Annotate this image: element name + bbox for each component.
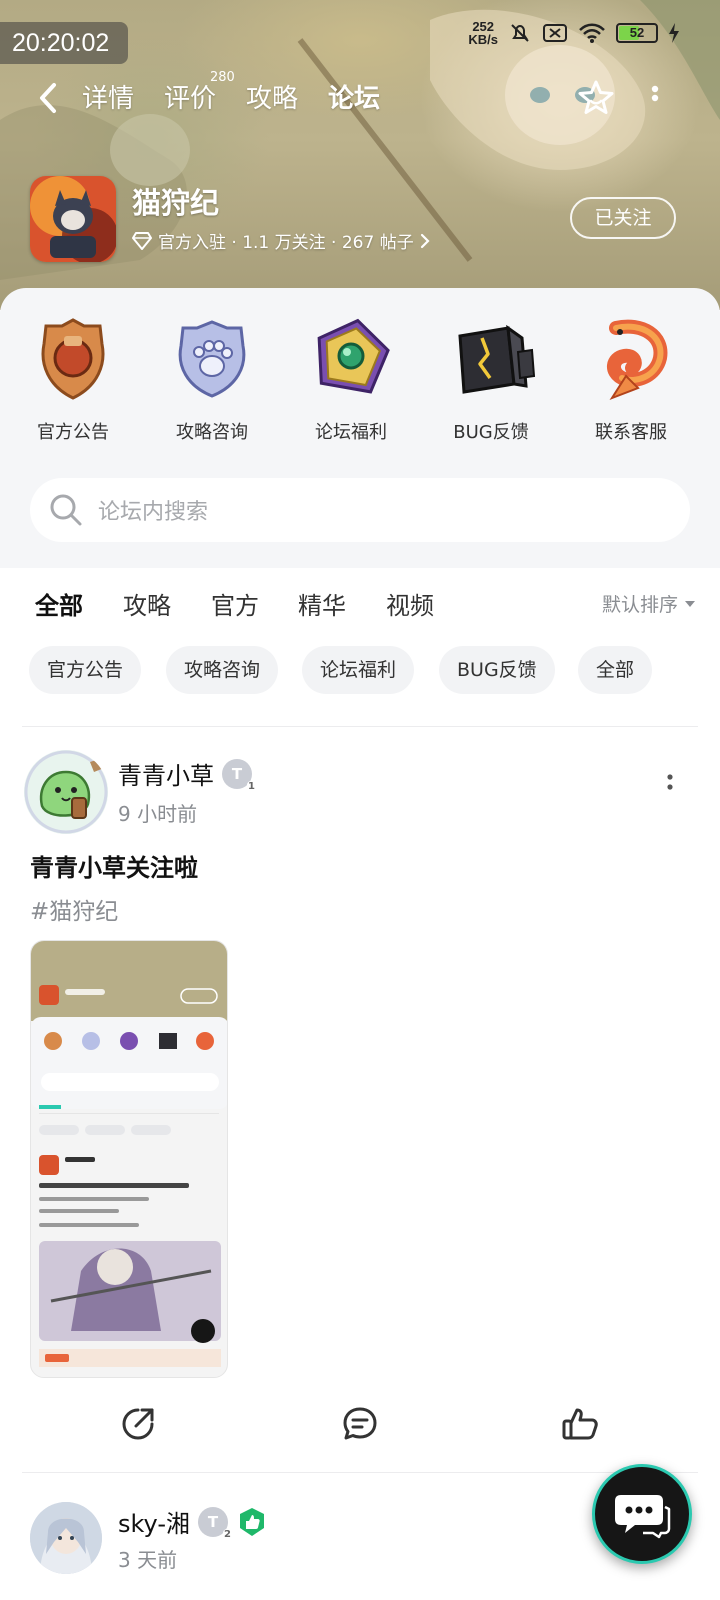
section-welfare[interactable]: 论坛福利 — [286, 314, 416, 444]
divider — [22, 726, 698, 727]
caret-down-icon — [685, 600, 695, 607]
vertical-dots-icon — [667, 774, 673, 790]
section-announcements[interactable]: 官方公告 — [8, 314, 138, 444]
post-topic-tag[interactable]: #猫狩纪 — [30, 892, 118, 926]
comment-button[interactable] — [336, 1400, 384, 1448]
chip-all[interactable]: 全部 — [578, 646, 653, 694]
post-title[interactable]: 青青小草关注啦 — [30, 848, 198, 883]
sort-dropdown[interactable]: 默认排序 — [602, 590, 696, 617]
follow-button[interactable]: 已关注 — [570, 197, 676, 239]
filter-tab-all[interactable]: 全部 — [35, 586, 83, 623]
avatar[interactable] — [24, 750, 108, 834]
network-speed: 252 KB/s — [468, 19, 498, 47]
mute-bell-icon — [511, 24, 529, 42]
game-icon[interactable] — [30, 176, 116, 262]
comment-icon — [343, 1407, 377, 1440]
floating-chat-button[interactable] — [592, 1464, 692, 1564]
forum-sections-panel: 官方公告 攻略咨询 论坛福利 BUG反馈 联系客服 论坛内搜索 — [0, 288, 720, 568]
chip-guides-qa[interactable]: 攻略咨询 — [166, 646, 279, 694]
game-stats[interactable]: 官方入驻 · 1.1 万关注 · 267 帖子 — [132, 228, 430, 253]
divider — [22, 1472, 698, 1473]
gem-badge-icon — [317, 318, 390, 394]
filter-tab-featured[interactable]: 精华 — [298, 586, 346, 621]
section-guides-qa[interactable]: 攻略咨询 — [147, 314, 277, 444]
forum-search-bar[interactable]: 论坛内搜索 — [30, 478, 690, 542]
favorite-button[interactable] — [576, 76, 616, 120]
more-options-button[interactable] — [642, 76, 668, 120]
chip-announcements[interactable]: 官方公告 — [29, 646, 142, 694]
tab-details[interactable]: 详情 — [82, 78, 134, 115]
paw-badge-icon — [178, 320, 246, 398]
game-title: 猫狩纪 — [132, 186, 220, 220]
star-icon — [578, 80, 614, 114]
vertical-dots-icon — [651, 85, 659, 102]
filter-tab-guides[interactable]: 攻略 — [123, 586, 171, 621]
section-customer-service[interactable]: 联系客服 — [566, 314, 696, 444]
clock-overlay: 20:20:02 — [0, 22, 128, 64]
thumbs-up-icon — [562, 1408, 598, 1440]
koi-fish-icon — [607, 319, 668, 401]
share-button[interactable] — [114, 1400, 162, 1448]
post-actions — [0, 1392, 720, 1456]
wifi-icon — [579, 23, 605, 43]
filter-tab-official[interactable]: 官方 — [211, 586, 259, 621]
chevron-right-icon — [420, 233, 430, 248]
top-nav: 详情 评价 280 攻略 论坛 — [0, 70, 720, 126]
avatar[interactable] — [30, 1502, 102, 1574]
thumbs-up-badge-icon — [240, 1507, 264, 1536]
chip-welfare[interactable]: 论坛福利 — [302, 646, 415, 694]
post-screenshot-image[interactable] — [30, 940, 228, 1378]
post-author[interactable]: sky-湘 T2 — [118, 1504, 268, 1541]
game-header: 20:20:02 252 KB/s 52 详情 评价 280 攻略 论坛 猫狩纪… — [0, 0, 720, 310]
reviews-count: 280 — [210, 70, 235, 85]
post-author[interactable]: 青青小草 T1 — [118, 756, 256, 793]
post-timestamp: 9 小时前 — [118, 802, 198, 826]
like-button[interactable] — [556, 1400, 604, 1448]
battery-indicator: 52 — [616, 23, 658, 43]
post-filter-tabs: 全部 攻略 官方 精华 视频 默认排序 — [0, 568, 720, 638]
section-bug-report[interactable]: BUG反馈 — [426, 314, 556, 444]
section-chips: 官方公告 攻略咨询 论坛福利 BUG反馈 全部 — [0, 646, 720, 702]
cracked-box-icon — [458, 324, 536, 394]
chip-bug-report[interactable]: BUG反馈 — [439, 646, 555, 694]
back-button[interactable] — [34, 80, 62, 116]
search-input[interactable]: 论坛内搜索 — [98, 494, 208, 526]
post-timestamp: 3 天前 — [118, 1548, 178, 1572]
post-more-button[interactable] — [658, 764, 682, 804]
game-info: 猫狩纪 官方入驻 · 1.1 万关注 · 267 帖子 已关注 — [30, 176, 690, 266]
chat-bubble-icon — [615, 1495, 671, 1539]
share-icon — [122, 1408, 154, 1440]
no-sim-icon — [543, 24, 567, 42]
filter-tab-video[interactable]: 视频 — [386, 586, 434, 621]
charging-bolt-icon — [669, 23, 679, 43]
status-bar: 252 KB/s 52 — [468, 18, 680, 48]
tab-forum[interactable]: 论坛 — [328, 78, 381, 121]
chevron-left-icon — [40, 83, 56, 113]
diamond-verified-icon — [132, 231, 152, 250]
tab-reviews[interactable]: 评价 — [164, 78, 216, 115]
shield-badge-icon — [41, 318, 105, 400]
tab-guides[interactable]: 攻略 — [246, 78, 298, 115]
search-icon — [50, 494, 82, 526]
level-badge: T1 — [222, 758, 256, 793]
level-badge: T2 — [198, 1506, 232, 1541]
